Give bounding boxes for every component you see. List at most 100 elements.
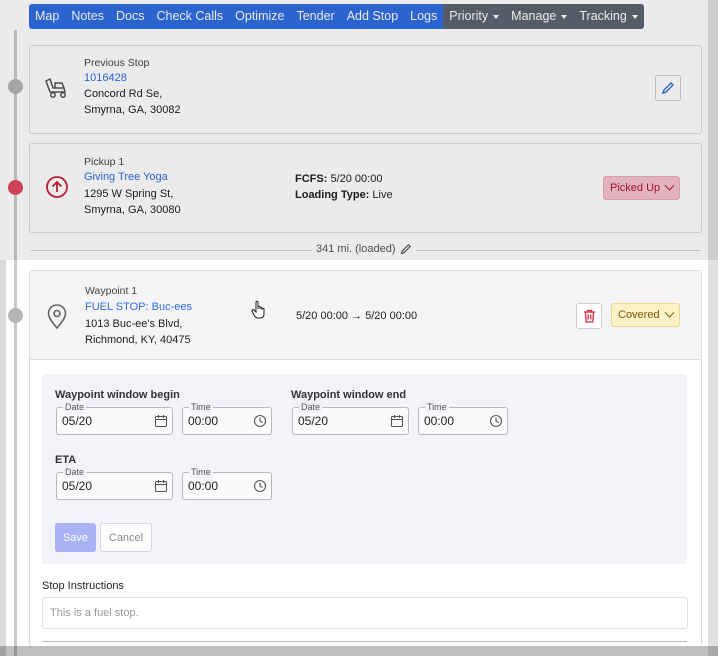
pickup-loading-type: Loading Type: Live: [295, 187, 393, 203]
date-label: Date: [299, 401, 323, 413]
pickup-address-line2: Smyrna, GA, 30080: [84, 204, 181, 216]
save-button[interactable]: Save: [55, 523, 96, 552]
end-date-field[interactable]: Date 05/20: [292, 401, 409, 435]
nav-tracking-dropdown[interactable]: Tracking: [573, 4, 644, 29]
timeline-dot-waypoint: [8, 308, 23, 323]
eta-date-field[interactable]: Date 05/20: [56, 466, 173, 500]
waypoint-label: Waypoint 1: [85, 285, 138, 297]
fcfs-value: 5/20 00:00: [330, 173, 383, 185]
nav-priority-label: Priority: [449, 9, 489, 23]
pickup-label: Pickup 1: [84, 156, 125, 168]
previous-stop-label: Previous Stop: [84, 57, 150, 69]
arrow-right-icon: →: [351, 310, 363, 322]
loading-type-value: Live: [372, 189, 393, 201]
waypoint-name-link[interactable]: FUEL STOP: Buc-ees: [85, 301, 192, 313]
pickup-status-dropdown[interactable]: Picked Up: [603, 176, 681, 200]
previous-stop-card: Previous Stop 1016428 Concord Rd Se, Smy…: [29, 45, 702, 134]
clock-icon[interactable]: [253, 479, 267, 493]
clock-icon[interactable]: [489, 414, 503, 428]
calendar-icon[interactable]: [154, 414, 168, 428]
eta-time-field[interactable]: Time 00:00: [182, 466, 272, 500]
arrow-up-circle-icon: [46, 176, 68, 198]
nav-add-stop-button[interactable]: Add Stop: [340, 4, 405, 29]
pickup-status-label: Picked Up: [610, 182, 661, 194]
caret-down-icon: [561, 14, 568, 19]
nav-optimize-button[interactable]: Optimize: [229, 4, 291, 29]
pencil-icon: [661, 82, 674, 95]
truck-icon: [45, 77, 66, 98]
date-label: Date: [63, 401, 87, 413]
waypoint-address-line1: 1013 Buc-ee's Blvd,: [85, 318, 183, 330]
end-date-value: 05/20: [298, 414, 329, 428]
eta-date-value: 05/20: [62, 479, 93, 493]
stops-timeline: [14, 30, 17, 656]
nav-logs-button[interactable]: Logs: [404, 4, 444, 29]
fcfs-label: FCFS:: [295, 173, 328, 185]
nav-check-calls-button[interactable]: Check Calls: [150, 4, 230, 29]
top-nav-toolbar: Map Notes Docs Check Calls Optimize Tend…: [29, 4, 644, 29]
previous-stop-address-line1: Concord Rd Se,: [84, 88, 163, 100]
eta-time-value: 00:00: [188, 479, 219, 493]
stop-instructions-textarea[interactable]: This is a fuel stop.: [42, 597, 688, 629]
nav-tender-button[interactable]: Tender: [290, 4, 341, 29]
end-time-field[interactable]: Time 00:00: [418, 401, 508, 435]
begin-date-field[interactable]: Date 05/20: [56, 401, 173, 435]
stop-instructions-placeholder: This is a fuel stop.: [50, 607, 139, 619]
pickup-name-link[interactable]: Giving Tree Yoga: [84, 171, 168, 183]
pickup-stop-card: Pickup 1 Giving Tree Yoga 1295 W Spring …: [29, 143, 702, 233]
time-label: Time: [425, 401, 449, 413]
nav-manage-dropdown[interactable]: Manage: [505, 4, 574, 29]
loading-type-label: Loading Type:: [295, 189, 370, 201]
waypoint-window-begin-title: Waypoint window begin: [55, 389, 180, 401]
delete-waypoint-button[interactable]: [576, 303, 602, 329]
dim-overlay-bottom: [0, 646, 718, 656]
instructions-divider: [42, 641, 687, 642]
map-pin-icon: [47, 304, 67, 330]
waypoint-status-label: Covered: [618, 309, 660, 321]
waypoint-window-end-title: Waypoint window end: [291, 389, 407, 401]
stop-instructions-title: Stop Instructions: [42, 580, 124, 592]
clock-icon[interactable]: [253, 414, 267, 428]
end-time-value: 00:00: [424, 414, 455, 428]
nav-manage-label: Manage: [511, 9, 557, 23]
waypoint-header-divider: [30, 359, 701, 360]
segment-miles-label: 341 mi. (loaded): [316, 243, 396, 255]
nav-map-button[interactable]: Map: [29, 4, 66, 29]
waypoint-window-end: 5/20 00:00: [365, 310, 418, 322]
pickup-fcfs: FCFS: 5/20 00:00: [295, 171, 382, 187]
time-label: Time: [189, 466, 213, 478]
previous-stop-id-link[interactable]: 1016428: [84, 72, 127, 84]
caret-down-icon: [631, 14, 638, 19]
pickup-address-line1: 1295 W Spring St,: [84, 188, 174, 200]
chevron-down-icon: [664, 307, 675, 318]
begin-date-value: 05/20: [62, 414, 93, 428]
waypoint-status-dropdown[interactable]: Covered: [611, 303, 680, 327]
nav-notes-button[interactable]: Notes: [65, 4, 110, 29]
begin-time-value: 00:00: [188, 414, 219, 428]
cancel-button[interactable]: Cancel: [100, 523, 152, 552]
trash-icon: [583, 309, 595, 323]
waypoint-window-start: 5/20 00:00: [296, 310, 348, 322]
waypoint-address-line2: Richmond, KY, 40475: [85, 334, 191, 346]
timeline-dot-previous: [8, 79, 23, 94]
time-label: Time: [189, 401, 213, 413]
caret-down-icon: [493, 14, 500, 19]
segment-miles: 341 mi. (loaded): [312, 243, 416, 255]
dim-overlay-left: [0, 260, 6, 656]
timeline-dot-pickup: [8, 180, 23, 195]
dim-overlay-right: [708, 0, 718, 656]
chevron-down-icon: [664, 180, 675, 191]
edit-previous-stop-button[interactable]: [655, 75, 681, 101]
previous-stop-address-line2: Smyrna, GA, 30082: [84, 104, 181, 116]
nav-tracking-label: Tracking: [579, 9, 627, 23]
date-label: Date: [63, 466, 87, 478]
load-stops-page: Map Notes Docs Check Calls Optimize Tend…: [0, 0, 718, 656]
waypoint-window-range: 5/20 00:00 → 5/20 00:00: [296, 308, 417, 324]
begin-time-field[interactable]: Time 00:00: [182, 401, 272, 435]
eta-title: ETA: [55, 454, 77, 466]
nav-priority-dropdown[interactable]: Priority: [443, 4, 506, 29]
calendar-icon[interactable]: [390, 414, 404, 428]
calendar-icon[interactable]: [154, 479, 168, 493]
nav-docs-button[interactable]: Docs: [109, 4, 151, 29]
pencil-icon[interactable]: [400, 243, 412, 255]
